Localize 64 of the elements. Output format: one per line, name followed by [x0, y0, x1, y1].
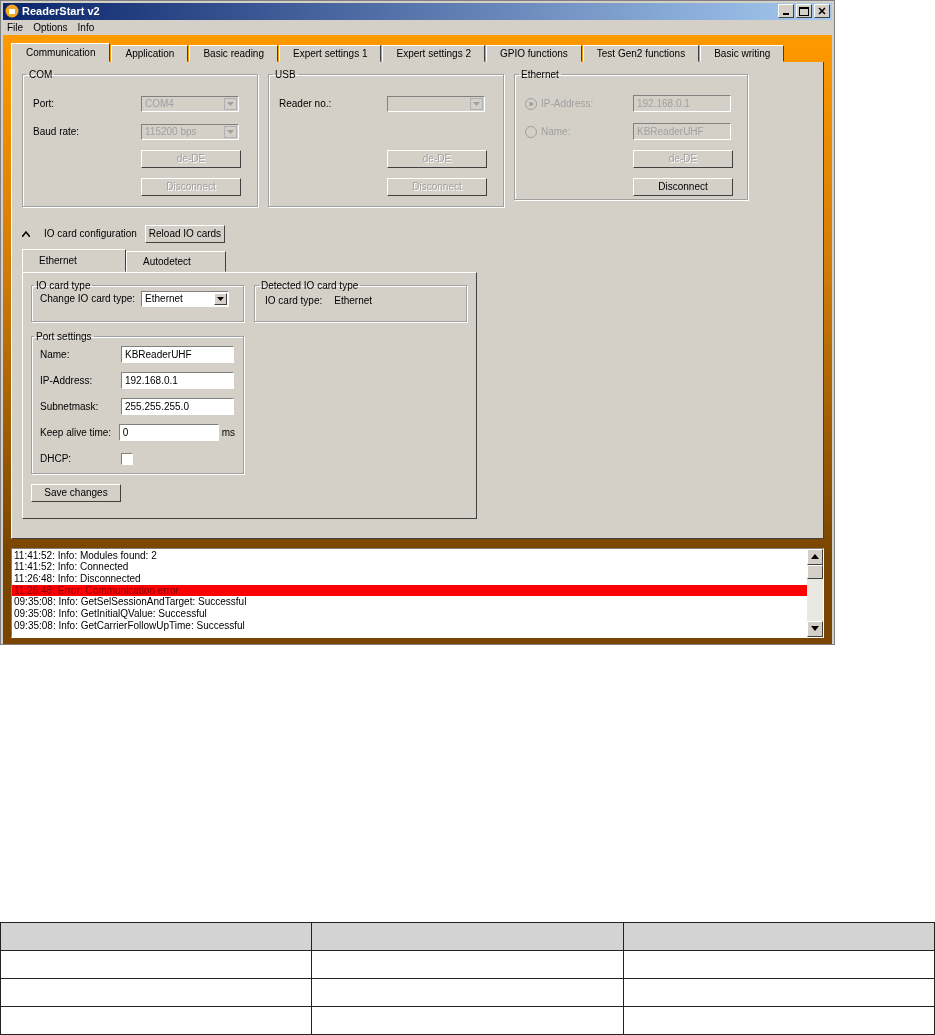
log-entry[interactable]: 11:26:48: Info: Disconnected: [12, 572, 807, 585]
save-button[interactable]: Save changes: [31, 483, 121, 502]
menu-item[interactable]: Info: [77, 19, 95, 35]
tab[interactable]: Expert settings 1: [279, 44, 382, 62]
close-icon: [818, 7, 826, 16]
section-label: IO card configuration: [44, 227, 137, 241]
dropdown-arrow-icon: [217, 296, 225, 301]
field-value: Ethernet: [334, 293, 373, 308]
scroll-up-button[interactable]: [807, 548, 823, 565]
dropdown-arrow-icon: [473, 101, 480, 106]
group-title: COM: [28, 69, 54, 80]
tab[interactable]: Basic reading: [189, 44, 278, 62]
group-title: Ethernet: [520, 69, 560, 80]
text-field[interactable]: 192.168.0.1: [121, 372, 234, 389]
field-label: IP-Address:: [40, 374, 94, 388]
close-button[interactable]: [814, 4, 830, 19]
dropdown-arrow-icon: [227, 129, 234, 134]
scroll-down-button[interactable]: [807, 620, 823, 637]
maximize-button[interactable]: [796, 4, 812, 19]
log-entry[interactable]: 09:35:08: Info: GetInitialQValue: Successful: [12, 608, 807, 620]
maximize-icon: [799, 6, 809, 16]
tab[interactable]: Autodetect: [126, 250, 226, 272]
field-label: Baud rate:: [33, 125, 81, 139]
button[interactable]: Disconnect: [633, 177, 733, 196]
field-label: IO card type:: [265, 293, 323, 308]
down-arrow-icon: [811, 626, 819, 631]
log-entry[interactable]: 11:41:52: Info: Connected: [12, 561, 807, 573]
field-label: Port:: [33, 97, 56, 111]
group-title: USB: [274, 69, 297, 80]
dropdown[interactable]: Ethernet: [141, 290, 230, 307]
log-entry[interactable]: 09:35:08: Info: GetCarrierFollowUpTime: Successful: [12, 619, 807, 632]
tab[interactable]: GPIO functions: [485, 44, 582, 62]
log-entry[interactable]: 11:41:52: Info: Modules found: 2: [12, 549, 807, 562]
tab[interactable]: Expert settings 2: [382, 44, 485, 62]
field-label: Subnetmask:: [40, 400, 100, 414]
collapse-caret-icon[interactable]: [22, 230, 30, 237]
tab[interactable]: Application: [111, 44, 189, 62]
group-title: Detected IO card type: [260, 280, 360, 291]
text-field[interactable]: 0: [118, 424, 219, 441]
reload-button[interactable]: Reload IO cards: [144, 224, 226, 243]
checkbox[interactable]: [121, 452, 133, 465]
text-field[interactable]: 255.255.255.0: [121, 398, 234, 415]
menu-item[interactable]: Options: [33, 19, 68, 35]
window-title: ReaderStart v2: [22, 4, 100, 19]
unit-label: ms: [221, 426, 235, 440]
up-arrow-icon: [811, 554, 819, 559]
app-icon: [5, 4, 19, 19]
minimize-button[interactable]: [778, 4, 794, 19]
field-label: DHCP:: [40, 452, 73, 466]
group-title: Port settings: [35, 331, 93, 342]
field-label: Reader no.:: [279, 97, 333, 111]
field-label: Name:: [40, 348, 71, 362]
dropdown-arrow-icon: [227, 101, 234, 106]
tab[interactable]: Basic writing: [700, 44, 785, 62]
tab[interactable]: Communication: [11, 42, 111, 62]
text-field[interactable]: KBReaderUHF: [121, 346, 234, 363]
group-title: IO card type: [35, 280, 92, 291]
menu-item[interactable]: File: [7, 19, 24, 35]
field-label: Change IO card type:: [40, 292, 136, 306]
tab[interactable]: Test Gen2 functions: [582, 44, 700, 62]
field-label: Keep alive time:: [40, 426, 113, 440]
scrollbar[interactable]: [807, 548, 823, 637]
log-entry[interactable]: 09:35:08: Info: GetSelSessionAndTarget: Successful: [12, 596, 807, 608]
tab[interactable]: Ethernet: [22, 248, 126, 272]
